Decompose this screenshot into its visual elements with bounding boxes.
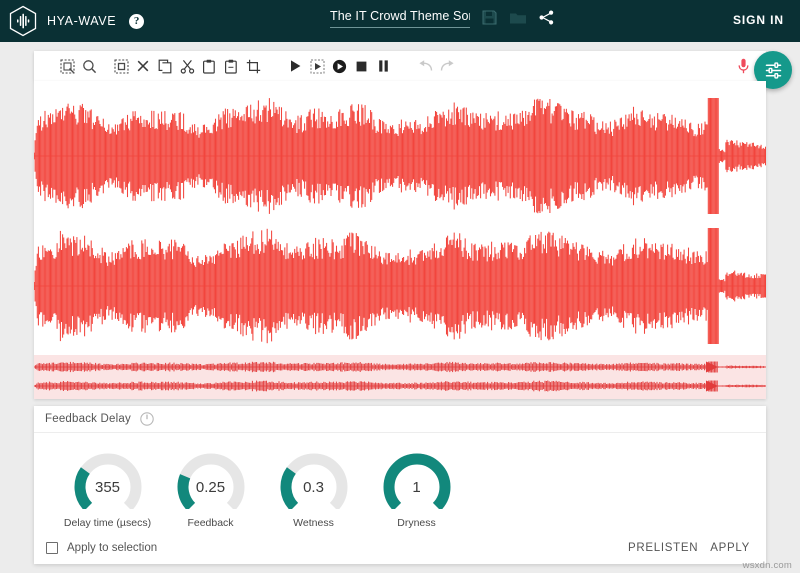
redo-icon[interactable]: [436, 55, 458, 77]
knob-label: Delay time (µsecs): [64, 517, 151, 529]
apply-to-selection-label: Apply to selection: [67, 542, 157, 554]
knob-dial[interactable]: 0.25: [168, 451, 254, 509]
play-selection-icon[interactable]: [306, 55, 328, 77]
project-title-input[interactable]: [330, 7, 470, 28]
knob-label: Dryness: [397, 517, 436, 529]
knob-4[interactable]: 1 Dryness: [365, 451, 468, 529]
share-nodes-icon[interactable]: [538, 9, 555, 26]
watermark: wsxdn.com: [743, 560, 792, 571]
delete-icon[interactable]: [132, 55, 154, 77]
stop-icon[interactable]: [350, 55, 372, 77]
copy-icon[interactable]: [154, 55, 176, 77]
editor-toolbar: [34, 51, 766, 81]
knob-3[interactable]: 0.3 Wetness: [262, 451, 365, 529]
microphone-icon[interactable]: [732, 55, 754, 77]
knob-label: Wetness: [293, 517, 334, 529]
knob-value: 0.3: [271, 479, 357, 496]
effect-knob-row: 355 Delay time (µsecs) 0.25 Feedback 0.3 Wetn…: [34, 433, 766, 529]
pause-icon[interactable]: [372, 55, 394, 77]
crop-icon[interactable]: [242, 55, 264, 77]
waveform-canvas[interactable]: [34, 81, 766, 399]
app-header: HYA-WAVE ? SIGN IN: [0, 0, 800, 42]
record-icon[interactable]: [328, 55, 350, 77]
checkbox-box: [46, 542, 58, 554]
effect-panel: Feedback Delay 355 Delay time (µsecs) 0.25…: [34, 406, 766, 564]
knob-2[interactable]: 0.25 Feedback: [159, 451, 262, 529]
knob-dial[interactable]: 0.3: [271, 451, 357, 509]
knob-value: 1: [374, 479, 460, 496]
hya-wave-app: HYA-WAVE ? SIGN IN: [0, 0, 800, 573]
effect-title: Feedback Delay: [45, 413, 131, 425]
folder-open-icon[interactable]: [509, 10, 527, 26]
knob-value: 355: [65, 479, 151, 496]
play-icon[interactable]: [284, 55, 306, 77]
zoom-icon[interactable]: [78, 55, 100, 77]
paste-icon[interactable]: [198, 55, 220, 77]
brand: HYA-WAVE ?: [8, 5, 144, 37]
select-region-icon[interactable]: [110, 55, 132, 77]
effect-footer: Apply to selection PRELISTEN APPLY: [34, 532, 766, 564]
apply-button[interactable]: APPLY: [704, 539, 756, 557]
knob-dial[interactable]: 355: [65, 451, 151, 509]
sign-in-button[interactable]: SIGN IN: [733, 13, 784, 27]
save-floppy-icon[interactable]: [481, 9, 498, 26]
hexagon-waveform-logo-icon: [8, 5, 38, 37]
paste-insert-icon[interactable]: [220, 55, 242, 77]
knob-1[interactable]: 355 Delay time (µsecs): [56, 451, 159, 529]
knob-dial[interactable]: 1: [374, 451, 460, 509]
apply-to-selection-checkbox[interactable]: Apply to selection: [46, 542, 157, 554]
effect-header: Feedback Delay: [34, 406, 766, 433]
power-toggle-icon[interactable]: [140, 412, 154, 426]
knob-label: Feedback: [187, 517, 233, 529]
undo-icon[interactable]: [414, 55, 436, 77]
waveform-minimap[interactable]: [34, 355, 766, 399]
help-question-icon[interactable]: ?: [129, 14, 144, 29]
knob-value: 0.25: [168, 479, 254, 496]
brand-name: HYA-WAVE: [47, 14, 116, 28]
cut-icon[interactable]: [176, 55, 198, 77]
select-all-icon[interactable]: [56, 55, 78, 77]
prelisten-button[interactable]: PRELISTEN: [622, 539, 704, 557]
header-center: [330, 7, 555, 28]
sliders-equalizer-icon: [764, 61, 783, 80]
